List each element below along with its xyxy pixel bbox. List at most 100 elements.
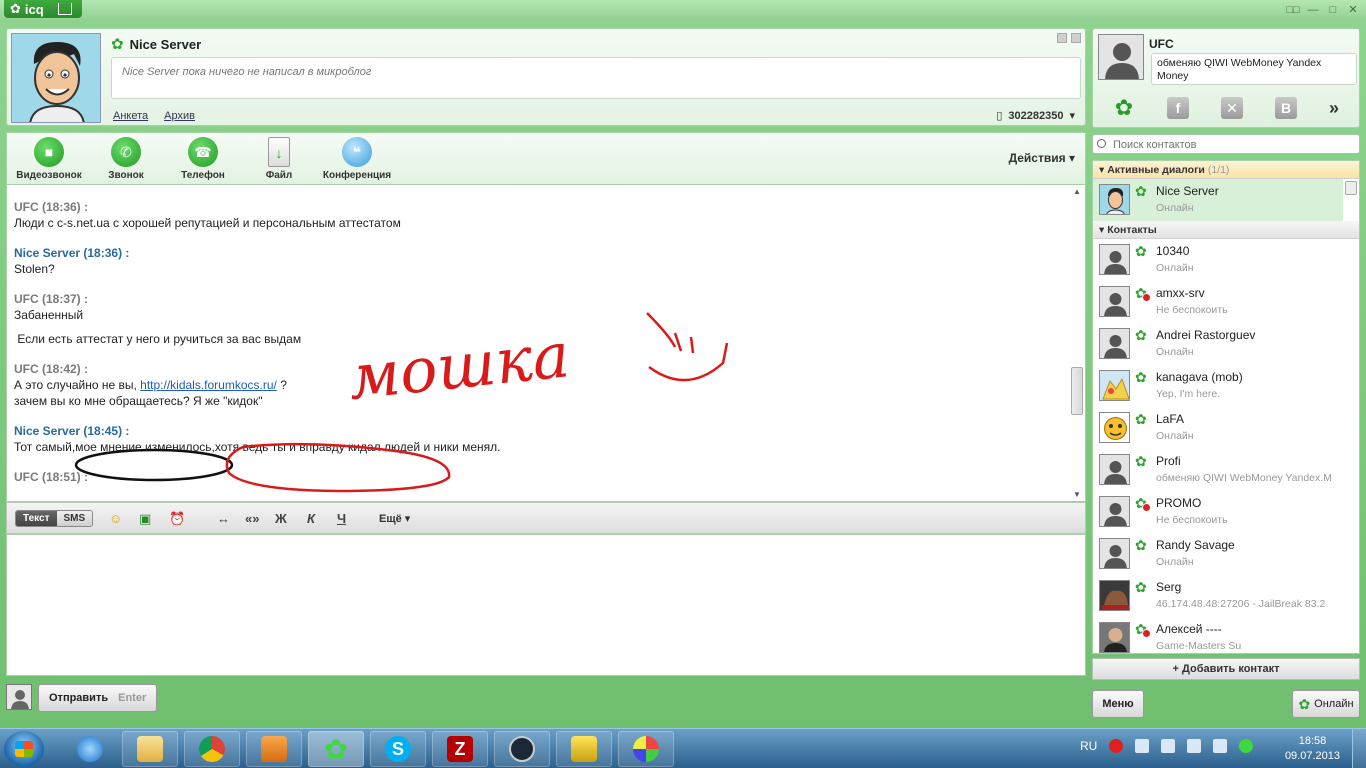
window-close-icon[interactable]: ✕: [1346, 4, 1360, 16]
online-status-icon: ✿: [1135, 411, 1147, 427]
taskbar-media-player[interactable]: [246, 731, 302, 767]
text-mode-tab[interactable]: Текст: [16, 511, 57, 526]
window-maximize-icon[interactable]: □: [1326, 4, 1340, 16]
icq-tray-icon[interactable]: [1239, 739, 1254, 753]
facebook-icon[interactable]: f: [1167, 97, 1189, 119]
chat-contact-name[interactable]: ✿ Nice Server: [111, 35, 201, 53]
message-input[interactable]: [7, 535, 1085, 675]
contact-item[interactable]: ✿ amxx-srv Не беспокоить: [1093, 281, 1343, 323]
group-active-dialogs[interactable]: ▾ Активные диалоги (1/1): [1093, 161, 1359, 179]
phone-selector[interactable]: ▯ 302282350 ▾: [996, 109, 1075, 123]
taskbar-steam[interactable]: [494, 731, 550, 767]
conference-button[interactable]: ❝ Конференция: [317, 137, 397, 181]
window-minimize-icon[interactable]: —: [1306, 4, 1320, 16]
contact-name: 10340: [1156, 244, 1190, 258]
contact-item[interactable]: ✿ Andrei Rastorguev Онлайн: [1093, 323, 1343, 365]
scroll-thumb[interactable]: [1345, 181, 1357, 195]
alarm-clock-icon[interactable]: ⏰: [169, 511, 185, 527]
send-file-button[interactable]: ↓ Файл: [239, 137, 319, 181]
my-profile-avatar[interactable]: [1098, 34, 1144, 80]
my-status-message[interactable]: обменяю QIWI WebMoney Yandex Money: [1151, 53, 1357, 85]
call-button[interactable]: ✆ Звонок: [86, 137, 166, 181]
contact-list-scrollbar[interactable]: [1345, 179, 1357, 653]
emoticon-icon[interactable]: ☺: [109, 511, 122, 526]
online-status-icon: ✿: [1135, 327, 1147, 343]
show-desktop-button[interactable]: [1352, 729, 1366, 768]
sms-mode-tab[interactable]: SMS: [56, 511, 93, 526]
phone-handset-icon: ✆: [111, 137, 141, 167]
taskbar-paint[interactable]: [618, 731, 674, 767]
usb-icon[interactable]: [1161, 739, 1176, 753]
message: UFC (18:42) : А это случайно не вы, http…: [14, 361, 1061, 409]
scroll-up-icon[interactable]: ▲: [1073, 187, 1081, 196]
message-scrollbar[interactable]: ▲ ▼: [1071, 187, 1083, 499]
taskbar-skype[interactable]: S: [370, 731, 426, 767]
taskbar-explorer[interactable]: [122, 731, 178, 767]
message-link[interactable]: http://kidals.forumkocs.ru/: [140, 378, 277, 392]
scroll-thumb[interactable]: [1071, 367, 1083, 415]
taskbar-chrome[interactable]: [184, 731, 240, 767]
contact-item[interactable]: ✿ Serg 46.174.48.48:27206 - JailBreak 83…: [1093, 575, 1343, 617]
collapse-header-icon[interactable]: [1057, 33, 1067, 43]
video-message-icon[interactable]: ▣: [139, 511, 151, 527]
status-selector-button[interactable]: ✿ Онлайн: [1292, 690, 1360, 718]
taskbar-internet-explorer[interactable]: [62, 731, 118, 767]
close-chat-icon[interactable]: [1071, 33, 1081, 43]
contact-item[interactable]: ✿ LaFA Онлайн: [1093, 407, 1343, 449]
group-contacts[interactable]: ▾ Контакты: [1093, 221, 1359, 239]
language-indicator[interactable]: RU: [1080, 739, 1097, 753]
actions-menu[interactable]: Действия ▾: [1009, 151, 1075, 165]
archive-link[interactable]: Архив: [164, 110, 195, 122]
translit-icon[interactable]: ↔: [217, 511, 230, 526]
message-mode-toggle: Текст SMS: [15, 510, 94, 527]
clock[interactable]: 18:58 09.07.2013: [1285, 734, 1340, 764]
my-avatar[interactable]: [6, 684, 32, 710]
message: UFC (18:51) :: [14, 469, 1061, 485]
icq-icon[interactable]: ✿: [1113, 97, 1135, 119]
start-button[interactable]: [4, 731, 44, 767]
contact-search-input[interactable]: [1092, 134, 1360, 154]
italic-button[interactable]: К: [307, 511, 315, 526]
menu-button[interactable]: Меню: [1092, 690, 1144, 718]
contact-item[interactable]: ✿ PROMO Не беспокоить: [1093, 491, 1343, 533]
quote-icon[interactable]: «»: [245, 511, 259, 526]
online-status-icon: ✿: [1298, 695, 1311, 712]
contact-name: amxx-srv: [1156, 286, 1205, 300]
icq-window: ✿ icq □□ — □ ✕ ✿ Nice Server Nice Server…: [0, 0, 1366, 728]
send-button[interactable]: Отправить Enter: [38, 684, 158, 712]
network-icon[interactable]: [1135, 739, 1150, 753]
contact-list[interactable]: ▾ Активные диалоги (1/1) ✿ Nice Server О…: [1092, 160, 1360, 654]
odnoklassniki-icon[interactable]: ✕: [1221, 97, 1243, 119]
home-icon[interactable]: [57, 3, 72, 15]
telephone-button[interactable]: ☎ Телефон: [163, 137, 243, 181]
taskbar-game[interactable]: [556, 731, 612, 767]
scroll-down-icon[interactable]: ▼: [1073, 490, 1081, 499]
message-history[interactable]: UFC (18:36) : Люди с c-s.net.ua с хороше…: [6, 184, 1086, 502]
more-options-menu[interactable]: Ещё ▾: [379, 512, 410, 525]
vkontakte-icon[interactable]: B: [1275, 97, 1297, 119]
more-accounts-icon[interactable]: »: [1329, 98, 1339, 119]
taskbar-icq[interactable]: ✿: [308, 731, 364, 767]
profile-link[interactable]: Анкета: [113, 110, 148, 122]
taskbar-filezilla[interactable]: Z: [432, 731, 488, 767]
steam-icon: [509, 736, 535, 762]
bold-button[interactable]: Ж: [275, 511, 287, 526]
contact-item[interactable]: ✿ Randy Savage Онлайн: [1093, 533, 1343, 575]
send-bar: Отправить Enter: [6, 684, 158, 714]
add-contact-button[interactable]: + Добавить контакт: [1092, 658, 1360, 680]
window-restore-icon[interactable]: □□: [1286, 4, 1300, 16]
contact-item[interactable]: ✿ Nice Server Онлайн: [1093, 179, 1343, 221]
printer-icon[interactable]: [1187, 739, 1202, 753]
contact-item[interactable]: ✿ Алексей ---- Game-Masters Su: [1093, 617, 1343, 653]
contact-status: Онлайн: [1156, 556, 1194, 568]
icq-logo-tab[interactable]: ✿ icq: [4, 0, 82, 18]
video-call-button[interactable]: ■ Видеозвонок: [9, 137, 89, 181]
contact-item[interactable]: ✿ Profi обменяю QIWI WebMoney Yandex.M: [1093, 449, 1343, 491]
volume-icon[interactable]: [1213, 739, 1228, 753]
contact-avatar[interactable]: [11, 33, 101, 123]
blocked-icon[interactable]: [1109, 739, 1124, 753]
underline-button[interactable]: Ч: [337, 511, 346, 526]
contact-item[interactable]: ✿ kanagava (mob) Yep, I'm here.: [1093, 365, 1343, 407]
contact-status: Game-Masters Su: [1156, 640, 1242, 652]
contact-item[interactable]: ✿ 10340 Онлайн: [1093, 239, 1343, 281]
